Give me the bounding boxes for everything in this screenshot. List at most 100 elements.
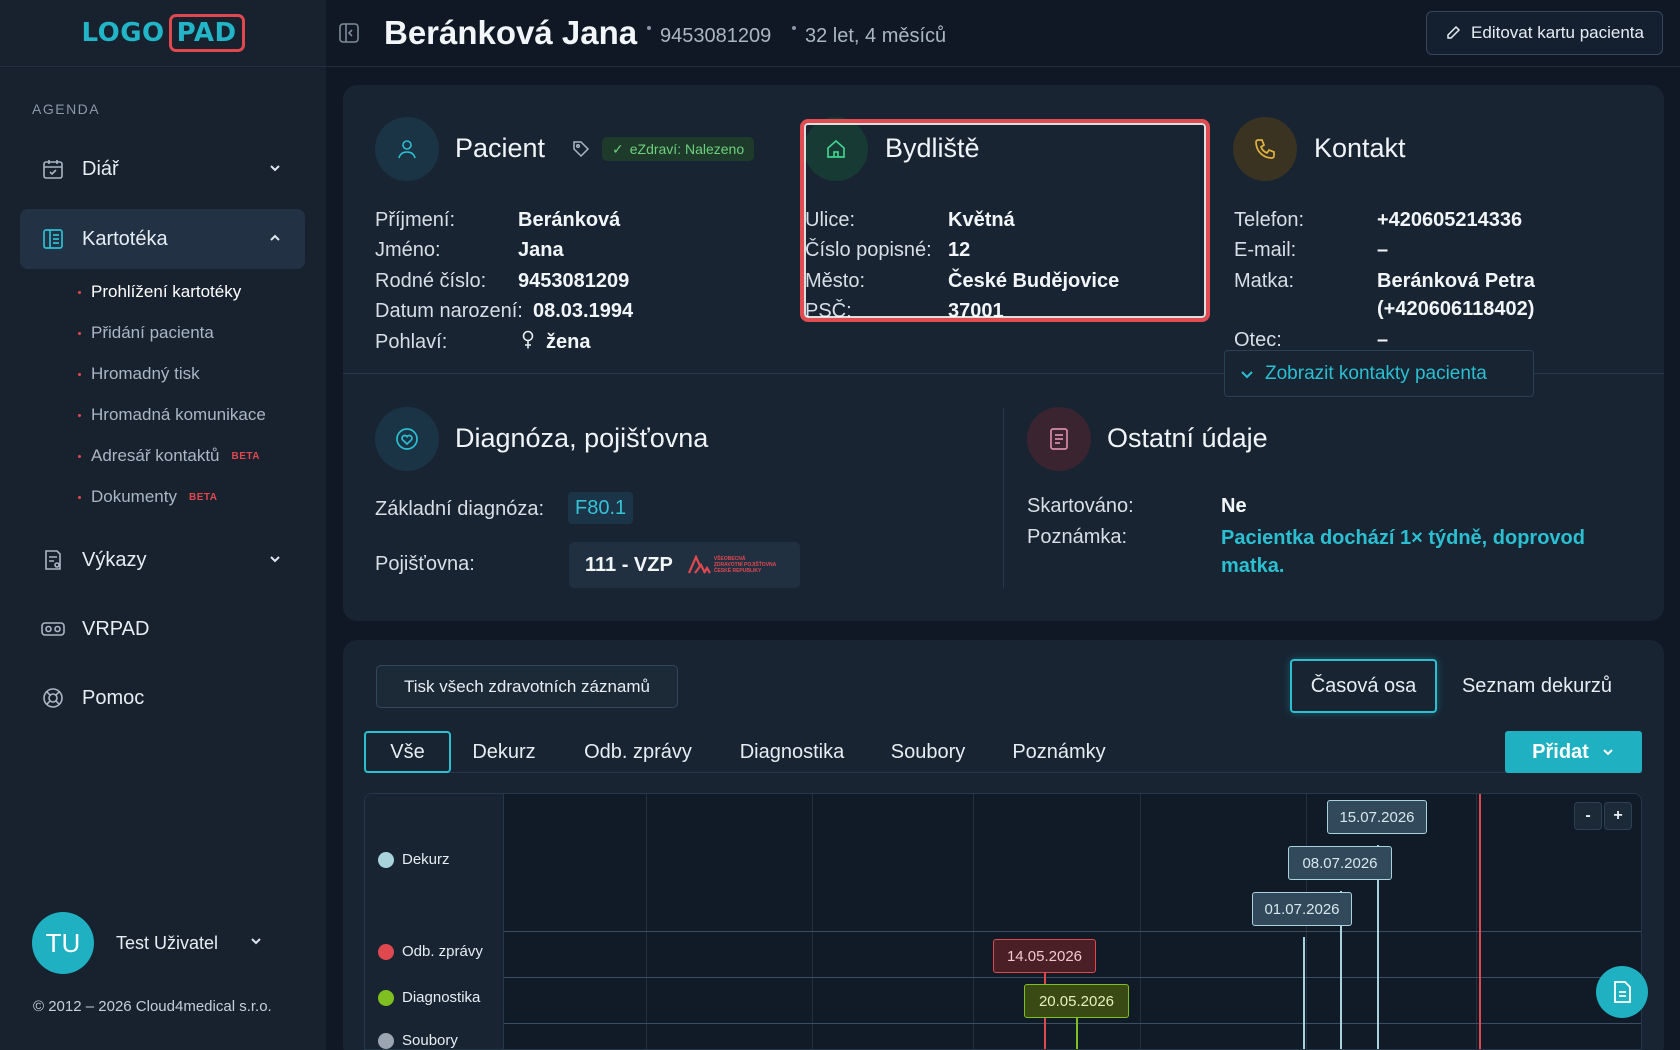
edit-patient-button[interactable]: Editovat kartu pacienta <box>1426 11 1663 55</box>
field-label: Základní diagnóza: <box>375 498 545 520</box>
timeline-item-dekurz[interactable]: 15.07.2026 <box>1327 800 1427 834</box>
user-icon <box>375 117 439 181</box>
field-label: Pojišťovna: <box>375 553 475 575</box>
timeline: Dekurz Odb. zprávy Diagnostika Soubory 1… <box>364 793 1642 1050</box>
logo-left: LOGO <box>81 18 165 48</box>
note-value: Pacientka dochází 1× týdně, doprovod mat… <box>1221 527 1585 577</box>
field-value: 9453081209 <box>518 270 630 292</box>
other-section-title: Ostatní údaje <box>1107 423 1268 453</box>
insurance-value: 111 - VZP <box>585 553 673 576</box>
view-list-button[interactable]: Seznam dekurzů <box>1452 659 1622 713</box>
calendar-icon <box>40 156 66 182</box>
sidebar-subitem-komunikace[interactable]: Hromadná komunikace <box>78 405 266 425</box>
timeline-item-odb-zpravy[interactable]: 14.05.2026 <box>993 939 1096 973</box>
field-label: Datum narození: <box>375 300 523 322</box>
field-value: – <box>1377 239 1389 261</box>
heart-icon <box>375 407 439 471</box>
help-icon <box>40 685 66 711</box>
timeline-row-diagnostika: Diagnostika <box>378 989 480 1006</box>
sidebar-subitem-adresar[interactable]: Adresář kontaktů BETA <box>78 446 260 466</box>
document-icon <box>1614 981 1631 1003</box>
sidebar-item-vykazy[interactable]: Výkazy <box>20 530 305 590</box>
zoom-out-button[interactable]: - <box>1574 802 1602 830</box>
field-label: Matka: <box>1234 270 1295 292</box>
sidebar-item-vrpad[interactable]: VRPAD <box>20 599 305 659</box>
tab-soubory[interactable]: Soubory <box>884 731 972 773</box>
report-icon <box>40 547 66 573</box>
patient-age: 32 let, 4 měsíců <box>805 25 947 47</box>
tab-poznamky[interactable]: Poznámky <box>1006 731 1112 773</box>
avatar: TU <box>32 912 94 974</box>
phone-icon <box>1233 117 1297 181</box>
zoom-in-button[interactable]: + <box>1604 802 1632 830</box>
field-label: Jméno: <box>375 239 441 261</box>
diagnosis-code-link[interactable]: F80.1 <box>568 492 634 524</box>
insurance-box: 111 - VZP VŠEOBECNÁ ZDRAVOTNÍ POJIŠŤOVNA… <box>569 542 800 588</box>
show-contacts-button[interactable]: Zobrazit kontakty pacienta <box>1224 350 1534 397</box>
sidebar-item-diar[interactable]: Diář <box>20 139 305 199</box>
sidebar-item-label: Výkazy <box>82 548 147 571</box>
beta-badge: BETA <box>231 450 260 462</box>
header: Beránková Jana 9453081209 32 let, 4 měsí… <box>326 0 1680 67</box>
sidebar-collapse-icon[interactable] <box>338 22 360 49</box>
document-icon <box>1027 407 1091 471</box>
add-record-button[interactable]: Přidat <box>1505 731 1642 773</box>
field-value: (+420606118402) <box>1377 298 1535 320</box>
agenda-section-label: AGENDA <box>32 101 101 117</box>
divider <box>1003 408 1004 588</box>
sidebar-subitem-pridani[interactable]: Přidání pacienta <box>78 323 214 343</box>
chevron-up-icon <box>267 229 283 252</box>
timeline-item-dekurz[interactable]: 08.07.2026 <box>1288 846 1392 880</box>
diagnosis-section-title: Diagnóza, pojišťovna <box>455 423 709 453</box>
sidebar-item-label: Pomoc <box>82 686 145 709</box>
vr-icon <box>40 616 66 642</box>
field-value: Ne <box>1221 495 1247 517</box>
user-menu[interactable]: TU Test Uživatel <box>32 912 264 974</box>
contact-section-title: Kontakt <box>1314 133 1406 163</box>
pencil-icon <box>1447 25 1461 39</box>
user-name: Test Uživatel <box>116 932 219 953</box>
sidebar-subitem-tisk[interactable]: Hromadný tisk <box>78 364 200 384</box>
tag-icon[interactable] <box>572 140 590 163</box>
view-timeline-button[interactable]: Časová osa <box>1290 659 1437 713</box>
sidebar-item-pomoc[interactable]: Pomoc <box>20 668 305 728</box>
timeline-item-dekurz[interactable]: 01.07.2026 <box>1252 892 1352 926</box>
tab-dekurz[interactable]: Dekurz <box>462 731 546 773</box>
field-value: +420605214336 <box>1377 209 1523 231</box>
tab-diagnostika[interactable]: Diagnostika <box>732 731 852 773</box>
field-label: Skartováno: <box>1027 495 1134 517</box>
page-title: Beránková Jana <box>384 14 638 51</box>
tab-vse[interactable]: Vše <box>364 731 451 773</box>
field-value: 08.03.1994 <box>533 300 634 322</box>
copyright: © 2012 – 2026 Cloud4medical s.r.o. <box>33 998 272 1015</box>
document-fab-button[interactable] <box>1596 966 1648 1018</box>
timeline-row-dekurz: Dekurz <box>378 851 450 868</box>
field-label: Příjmení: <box>375 209 456 231</box>
chevron-down-icon <box>248 933 264 954</box>
logo-right: PAD <box>168 14 245 52</box>
sidebar-item-label: Diář <box>82 157 119 180</box>
logo[interactable]: LOGO PAD <box>0 0 326 67</box>
sidebar-item-kartoteka[interactable]: Kartotéka <box>20 209 305 269</box>
chevron-down-icon <box>267 159 283 182</box>
field-value: Beránková <box>518 209 621 231</box>
patient-section-title: Pacient <box>455 133 546 163</box>
field-value: žena <box>546 331 591 353</box>
tab-odb-zpravy[interactable]: Odb. zprávy <box>576 731 700 773</box>
female-icon <box>520 330 536 355</box>
field-label: Pohlaví: <box>375 331 448 353</box>
vzp-logo: VŠEOBECNÁ ZDRAVOTNÍ POJIŠŤOVNA ČESKÉ REP… <box>687 555 776 575</box>
highlight-box <box>800 119 1210 322</box>
sidebar-subitem-prohlizeni[interactable]: Prohlížení kartotéky <box>78 282 241 302</box>
ezdravi-badge: ✓ eZdraví: Nalezeno <box>602 137 755 161</box>
sidebar-subitem-dokumenty[interactable]: Dokumenty BETA <box>78 487 217 507</box>
timeline-row-soubory: Soubory <box>378 1032 458 1049</box>
timeline-row-odb-zpravy: Odb. zprávy <box>378 943 483 960</box>
print-all-records-button[interactable]: Tisk všech zdravotních záznamů <box>376 665 678 708</box>
timeline-item-diagnostika[interactable]: 20.05.2026 <box>1024 984 1129 1018</box>
sidebar-item-label: VRPAD <box>82 617 150 640</box>
field-value: Beránková Petra <box>1377 270 1535 292</box>
chevron-down-icon <box>1241 370 1253 378</box>
field-label: Telefon: <box>1234 209 1305 231</box>
timeline-row-labels: Dekurz Odb. zprávy Diagnostika Soubory <box>365 794 504 1049</box>
